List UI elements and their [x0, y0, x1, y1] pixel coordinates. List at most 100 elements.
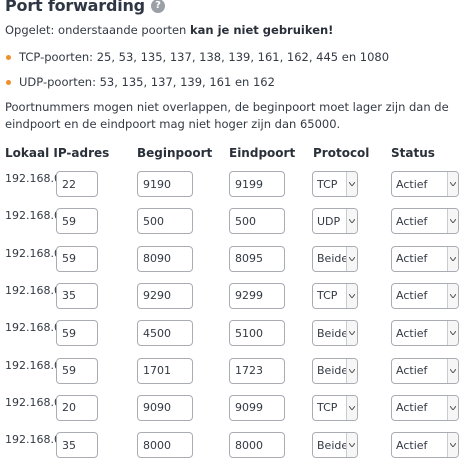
chevron-down-icon	[346, 433, 357, 458]
begin-port-input[interactable]	[137, 208, 193, 235]
protocol-select[interactable]: UDP	[312, 208, 358, 235]
status-value: Actief	[396, 252, 428, 266]
end-port-input[interactable]	[229, 171, 285, 197]
chevron-down-icon	[447, 321, 458, 346]
end-port-input[interactable]	[229, 282, 285, 309]
bullet-dot-icon	[6, 80, 11, 85]
chevron-down-icon	[346, 283, 357, 308]
chevron-down-icon	[447, 395, 458, 420]
list-item: UDP-poorten: 53, 135, 137, 139, 161 en 1…	[5, 75, 389, 100]
header-ip: Lokaal IP-adres	[5, 146, 110, 160]
begin-port-input[interactable]	[137, 171, 193, 197]
bullet-dot-icon	[6, 55, 11, 60]
status-select[interactable]: Actief	[391, 171, 459, 197]
udp-ports-text: UDP-poorten: 53, 135, 137, 139, 161 en 1…	[19, 75, 275, 89]
end-port-input[interactable]	[229, 245, 285, 272]
chevron-down-icon	[346, 358, 357, 383]
protocol-value: Beide	[317, 438, 346, 452]
question-circle-icon[interactable]: ?	[150, 0, 165, 13]
table-row: 192.168.0.BeideActief	[0, 357, 474, 386]
end-port-input[interactable]	[229, 394, 285, 421]
status-select[interactable]: Actief	[391, 245, 459, 272]
status-select[interactable]: Actief	[391, 432, 459, 459]
warning-text: Opgelet: onderstaande poorten kan je nie…	[5, 23, 333, 37]
ip-last-octet-input[interactable]	[56, 394, 98, 421]
begin-port-input[interactable]	[137, 357, 193, 384]
status-value: Actief	[396, 401, 428, 415]
list-item: TCP-poorten: 25, 53, 135, 137, 138, 139,…	[5, 50, 389, 75]
ip-last-octet-input[interactable]	[56, 208, 98, 235]
table-row: 192.168.0.TCPActief	[0, 394, 474, 423]
port-rules-note: Poortnummers mogen niet overlappen, de b…	[5, 100, 449, 131]
protocol-select[interactable]: Beide	[312, 357, 358, 384]
chevron-down-icon	[346, 172, 357, 196]
protocol-select[interactable]: Beide	[312, 320, 358, 347]
status-value: Actief	[396, 438, 428, 452]
chevron-down-icon	[447, 433, 458, 458]
blocked-ports-list: TCP-poorten: 25, 53, 135, 137, 138, 139,…	[5, 50, 389, 100]
protocol-select[interactable]: TCP	[312, 394, 358, 421]
begin-port-input[interactable]	[137, 245, 193, 272]
ip-last-octet-input[interactable]	[56, 357, 98, 384]
tcp-ports-text: TCP-poorten: 25, 53, 135, 137, 138, 139,…	[19, 50, 390, 64]
table-row: 192.168.0.BeideActief	[0, 320, 474, 348]
begin-port-input[interactable]	[137, 394, 193, 421]
begin-port-input[interactable]	[137, 282, 193, 309]
chevron-down-icon	[447, 209, 458, 234]
table-row: 192.168.0.TCPActief	[0, 171, 474, 199]
header-begin-port: Beginpoort	[137, 146, 213, 160]
chevron-down-icon	[447, 246, 458, 271]
status-select[interactable]: Actief	[391, 282, 459, 309]
header-protocol: Protocol	[313, 146, 370, 160]
page-title: Port forwarding ?	[5, 0, 165, 15]
table-row: 192.168.0.TCPActief	[0, 282, 474, 311]
status-select[interactable]: Actief	[391, 208, 459, 235]
begin-port-input[interactable]	[137, 320, 193, 347]
protocol-value: TCP	[317, 401, 338, 415]
header-end-port: Eindpoort	[229, 146, 296, 160]
status-select[interactable]: Actief	[391, 394, 459, 421]
table-row: 192.168.0.UDPActief	[0, 208, 474, 236]
ip-last-octet-input[interactable]	[56, 282, 98, 309]
status-select[interactable]: Actief	[391, 320, 459, 347]
chevron-down-icon	[346, 209, 357, 234]
table-row: 192.168.0.BeideActief	[0, 432, 474, 460]
end-port-input[interactable]	[229, 208, 285, 235]
protocol-select[interactable]: TCP	[312, 282, 358, 309]
page-title-text: Port forwarding	[5, 0, 145, 15]
header-status: Status	[391, 146, 435, 160]
ip-last-octet-input[interactable]	[56, 171, 98, 197]
protocol-value: Beide	[317, 252, 346, 266]
chevron-down-icon	[346, 395, 357, 420]
protocol-value: Beide	[317, 364, 346, 377]
protocol-select[interactable]: TCP	[312, 171, 358, 197]
status-value: Actief	[396, 214, 428, 228]
end-port-input[interactable]	[229, 357, 285, 384]
status-value: Actief	[396, 289, 428, 303]
ip-last-octet-input[interactable]	[56, 320, 98, 347]
ip-last-octet-input[interactable]	[56, 245, 98, 272]
chevron-down-icon	[346, 321, 357, 346]
chevron-down-icon	[447, 172, 458, 196]
warning-bold: kan je niet gebruiken!	[190, 23, 334, 37]
protocol-select[interactable]: Beide	[312, 432, 358, 459]
status-value: Actief	[396, 326, 428, 340]
status-value: Actief	[396, 364, 428, 377]
table-row: 192.168.0.BeideActief	[0, 245, 474, 274]
ip-last-octet-input[interactable]	[56, 432, 98, 459]
chevron-down-icon	[447, 283, 458, 308]
status-select[interactable]: Actief	[391, 357, 459, 384]
status-value: Actief	[396, 177, 428, 191]
chevron-down-icon	[447, 358, 458, 383]
table-header: Lokaal IP-adres Beginpoort Eindpoort Pro…	[0, 146, 474, 162]
protocol-value: TCP	[317, 289, 338, 303]
begin-port-input[interactable]	[137, 432, 193, 459]
protocol-select[interactable]: Beide	[312, 245, 358, 272]
warning-prefix: Opgelet: onderstaande poorten	[5, 23, 191, 37]
protocol-value: Beide	[317, 326, 346, 340]
protocol-value: UDP	[317, 214, 341, 228]
end-port-input[interactable]	[229, 320, 285, 347]
chevron-down-icon	[346, 246, 357, 271]
end-port-input[interactable]	[229, 432, 285, 459]
protocol-value: TCP	[317, 177, 338, 191]
